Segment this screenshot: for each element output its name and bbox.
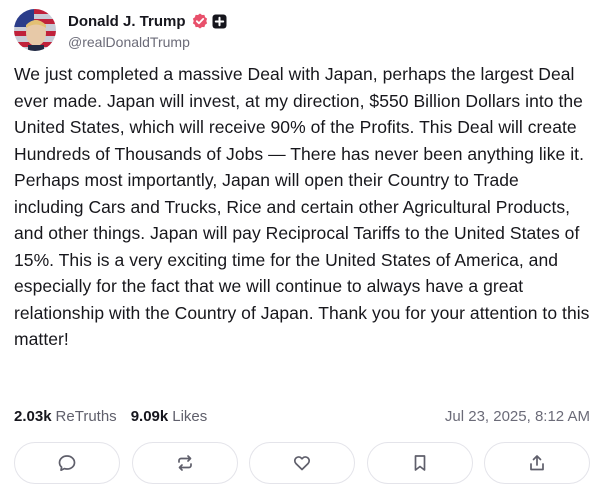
avatar[interactable]	[14, 9, 56, 51]
avatar-portrait-icon	[14, 9, 56, 51]
share-button[interactable]	[484, 442, 590, 484]
bookmark-icon	[414, 455, 425, 471]
plus-badge-icon	[212, 14, 227, 29]
likes-count[interactable]: 9.09k	[131, 408, 169, 425]
post-timestamp[interactable]: Jul 23, 2025, 8:12 AM	[445, 408, 590, 425]
post-body-text: We just completed a massive Deal with Ja…	[14, 64, 590, 349]
author-handle[interactable]: @realDonaldTrump	[68, 34, 227, 50]
verified-badge-icon	[192, 13, 208, 29]
reply-button[interactable]	[14, 442, 120, 484]
bookmark-button[interactable]	[366, 442, 473, 484]
post-stats: 2.03k ReTruths 9.09k Likes Jul 23, 2025,…	[14, 406, 590, 426]
heart-icon	[293, 456, 311, 471]
post-actions	[14, 442, 590, 488]
retruth-button[interactable]	[131, 442, 238, 484]
retruths-label[interactable]: ReTruths	[56, 408, 117, 425]
author-display-name[interactable]: Donald J. Trump	[68, 13, 186, 30]
share-icon	[530, 455, 544, 471]
post-header: Donald J. Trump @realDonaldTrump	[14, 8, 227, 51]
comment-icon	[58, 455, 76, 472]
retruths-count[interactable]: 2.03k	[14, 408, 52, 425]
like-button[interactable]	[249, 442, 355, 484]
likes-label[interactable]: Likes	[172, 408, 207, 425]
repost-icon	[177, 455, 192, 471]
